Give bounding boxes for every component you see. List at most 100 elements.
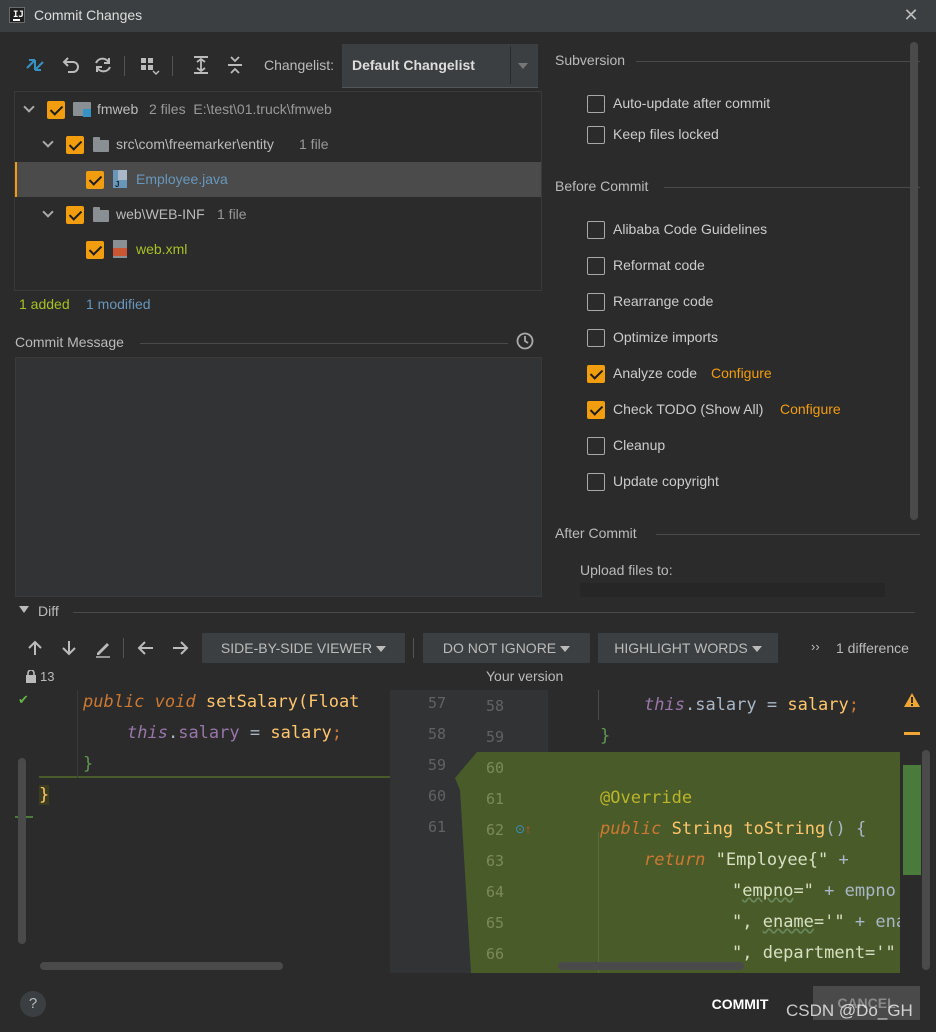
- before-commit-divider: [664, 187, 920, 188]
- history-icon[interactable]: [515, 331, 535, 351]
- edit-source-icon[interactable]: [93, 638, 113, 658]
- check-icon: ✔: [18, 692, 29, 707]
- left-line-numbers: 57 58 59 60 61: [390, 690, 460, 973]
- line-number: 60: [428, 787, 447, 805]
- close-icon[interactable]: ✕: [900, 4, 922, 26]
- line-number: 61: [428, 818, 447, 836]
- reformat-checkbox[interactable]: [587, 257, 605, 275]
- changes-tree: fmweb 2 files E:\test\01.truck\fmweb src…: [14, 91, 542, 291]
- option-check-todo[interactable]: Check TODO (Show All) Configure: [587, 400, 887, 422]
- indent-guide: [77, 690, 78, 778]
- code-line: public void setSalary(Float: [83, 692, 360, 712]
- analyze-code-checkbox[interactable]: [587, 365, 605, 383]
- cleanup-checkbox[interactable]: [587, 437, 605, 455]
- override-icon[interactable]: ⊙↑: [515, 822, 531, 836]
- reformat-label: Reformat code: [613, 257, 705, 273]
- diff-connector: [455, 690, 480, 973]
- folder-name: src\com\freemarker\entity: [116, 136, 274, 152]
- viewer-mode-dropdown[interactable]: SIDE-BY-SIDE VIEWER: [202, 633, 405, 663]
- group-by-icon[interactable]: [138, 54, 160, 76]
- file-name: Employee.java: [136, 171, 228, 187]
- todo-configure-link[interactable]: Configure: [780, 401, 841, 417]
- tree-row-root[interactable]: fmweb 2 files E:\test\01.truck\fmweb: [15, 92, 541, 127]
- line-number: 58: [428, 725, 447, 743]
- option-rearrange[interactable]: Rearrange code: [587, 292, 887, 314]
- viewer-mode-label: SIDE-BY-SIDE VIEWER: [220, 640, 373, 656]
- tree-row-folder[interactable]: src\com\freemarker\entity 1 file: [15, 127, 541, 162]
- next-difference-icon[interactable]: [59, 638, 79, 658]
- check-todo-label: Check TODO (Show All): [613, 401, 764, 417]
- alibaba-checkbox[interactable]: [587, 221, 605, 239]
- tree-row-file[interactable]: J Employee.java: [15, 162, 541, 197]
- option-alibaba[interactable]: Alibaba Code Guidelines: [587, 220, 887, 242]
- chevron-down-icon[interactable]: [42, 136, 54, 148]
- file-checkbox[interactable]: [86, 241, 104, 259]
- highlight-words-dropdown[interactable]: HIGHLIGHT WORDS: [598, 633, 778, 663]
- lock-icon: [25, 669, 37, 683]
- right-vertical-scrollbar[interactable]: [922, 750, 930, 970]
- optimize-imports-checkbox[interactable]: [587, 329, 605, 347]
- line-number: 64: [486, 883, 505, 901]
- file-name: web.xml: [136, 241, 188, 257]
- option-cleanup[interactable]: Cleanup: [587, 436, 887, 458]
- chevron-down-icon[interactable]: [42, 206, 54, 218]
- rearrange-checkbox[interactable]: [587, 293, 605, 311]
- update-copyright-checkbox[interactable]: [587, 473, 605, 491]
- subversion-header: Subversion: [555, 52, 626, 68]
- refresh-icon[interactable]: [92, 54, 114, 76]
- option-update-copyright[interactable]: Update copyright: [587, 472, 887, 494]
- warning-icon[interactable]: [903, 692, 921, 708]
- subversion-divider: [636, 61, 920, 62]
- code-line: }: [83, 754, 94, 774]
- changelist-dropdown[interactable]: Default Changelist: [342, 44, 538, 88]
- diff-divider: [73, 612, 915, 613]
- option-analyze-code[interactable]: Analyze code Configure: [587, 364, 887, 386]
- file-checkbox[interactable]: [86, 171, 104, 189]
- folder-checkbox[interactable]: [66, 206, 84, 224]
- previous-difference-icon[interactable]: [25, 638, 45, 658]
- left-vertical-scrollbar[interactable]: [18, 758, 26, 944]
- analyze-configure-link[interactable]: Configure: [711, 365, 772, 381]
- code-line: }: [39, 785, 50, 805]
- collapse-all-icon[interactable]: [224, 54, 246, 76]
- commit-button[interactable]: COMMIT: [690, 988, 790, 1020]
- left-horizontal-scrollbar[interactable]: [40, 962, 283, 970]
- left-editor[interactable]: ✔ public void setSalary(Float this.salar…: [0, 690, 459, 973]
- xml-file-icon: [113, 240, 127, 258]
- analyze-code-label: Analyze code: [613, 365, 698, 381]
- auto-update-checkbox[interactable]: [587, 95, 605, 113]
- folder-info: 1 file: [217, 206, 247, 222]
- commit-message-input[interactable]: [15, 357, 542, 597]
- tree-row-folder[interactable]: web\WEB-INF 1 file: [15, 197, 541, 232]
- keep-locked-checkbox[interactable]: [587, 126, 605, 144]
- ignore-whitespace-dropdown[interactable]: DO NOT IGNORE: [423, 633, 590, 663]
- help-button[interactable]: ?: [20, 991, 46, 1017]
- folder-checkbox[interactable]: [66, 136, 84, 154]
- toolbar-separator: [172, 56, 173, 76]
- diff-header[interactable]: Diff: [38, 603, 59, 619]
- toolbar-separator: [123, 638, 124, 658]
- right-horizontal-scrollbar[interactable]: [558, 962, 744, 970]
- show-diff-icon[interactable]: [24, 54, 46, 76]
- diff-collapse-icon[interactable]: [19, 606, 29, 613]
- upload-target-dropdown[interactable]: [580, 583, 885, 597]
- option-reformat[interactable]: Reformat code: [587, 256, 887, 278]
- check-todo-checkbox[interactable]: [587, 401, 605, 419]
- expand-all-icon[interactable]: [190, 54, 212, 76]
- option-optimize-imports[interactable]: Optimize imports: [587, 328, 887, 350]
- root-checkbox[interactable]: [47, 101, 65, 119]
- option-auto-update[interactable]: Auto-update after commit: [587, 94, 887, 116]
- changes-toolbar: Changelist: Default Changelist: [14, 44, 542, 88]
- line-number: 61: [486, 790, 505, 808]
- rollback-icon[interactable]: [59, 54, 81, 76]
- previous-file-icon[interactable]: [136, 638, 156, 658]
- right-editor[interactable]: this.salary = salary; } @Override public…: [548, 690, 923, 973]
- next-file-icon[interactable]: [170, 638, 190, 658]
- tree-row-file[interactable]: web.xml: [15, 232, 541, 267]
- lock-count: 13: [40, 669, 55, 684]
- more-actions-icon[interactable]: ››: [811, 639, 820, 654]
- watermark: CSDN @Do_GH: [786, 1001, 913, 1020]
- chevron-down-icon[interactable]: [23, 101, 35, 113]
- options-scrollbar[interactable]: [910, 42, 918, 520]
- option-keep-locked[interactable]: Keep files locked: [587, 125, 887, 147]
